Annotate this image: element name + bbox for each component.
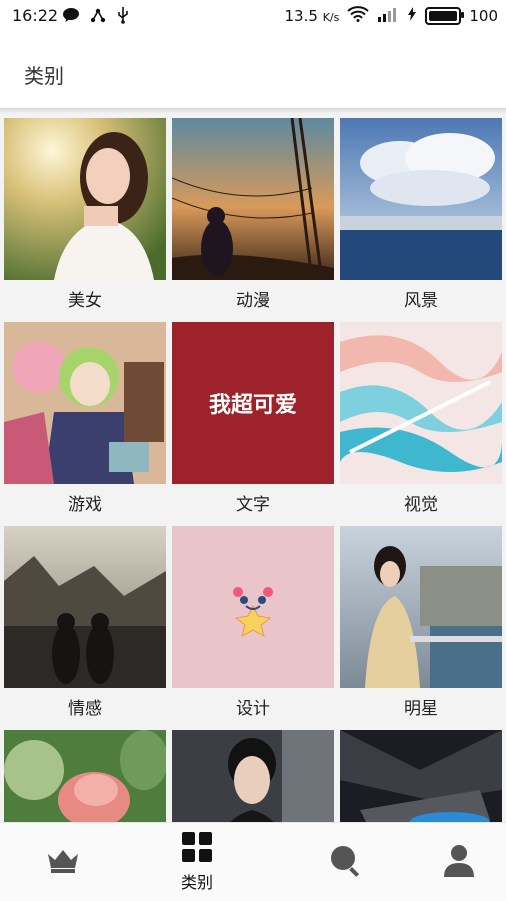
category-label: 设计 xyxy=(236,699,270,719)
category-image xyxy=(4,730,166,822)
signal-icon xyxy=(377,6,399,26)
bottom-nav: 类别 xyxy=(0,822,506,901)
category-tile[interactable]: 动漫 xyxy=(172,118,334,322)
user-icon xyxy=(442,843,476,881)
category-label: 视觉 xyxy=(404,495,438,515)
status-bar: 16:22 13.5 K/s 100 xyxy=(0,0,506,32)
category-tile[interactable]: 美女 xyxy=(4,118,166,322)
category-label: 情感 xyxy=(68,699,102,719)
category-image xyxy=(172,118,334,280)
category-tile[interactable] xyxy=(172,730,334,822)
category-image xyxy=(4,322,166,484)
app-bar: 类别 xyxy=(0,32,506,110)
category-image: 我超可爱 xyxy=(172,322,334,484)
nav-home[interactable] xyxy=(0,823,126,901)
battery-level: 100 xyxy=(469,7,498,25)
category-image xyxy=(4,526,166,688)
category-image xyxy=(340,526,502,688)
nav-profile[interactable] xyxy=(396,823,506,901)
category-image xyxy=(4,118,166,280)
category-image xyxy=(172,730,334,822)
chat-icon xyxy=(62,7,80,27)
category-label: 动漫 xyxy=(236,291,270,311)
category-image xyxy=(340,730,502,822)
category-tile[interactable]: 我超可爱 文字 xyxy=(172,322,334,526)
status-time: 16:22 xyxy=(12,6,59,25)
category-tile[interactable]: 风景 xyxy=(340,118,502,322)
category-tile[interactable]: 设计 xyxy=(172,526,334,730)
category-label: 美女 xyxy=(68,291,102,311)
category-grid: 美女 动漫 风景 游戏 我超可爱 文字 视觉 情感 设计 明星 xyxy=(0,114,506,822)
network-icon xyxy=(90,7,106,27)
battery-icon xyxy=(425,7,465,25)
card-text: 我超可爱 xyxy=(208,393,297,418)
category-label: 文字 xyxy=(236,495,270,515)
category-tile[interactable]: 明星 xyxy=(340,526,502,730)
category-tile[interactable] xyxy=(4,730,166,822)
nav-category[interactable]: 类别 xyxy=(134,823,260,901)
crown-icon xyxy=(46,846,80,878)
category-tile[interactable]: 情感 xyxy=(4,526,166,730)
category-image xyxy=(340,118,502,280)
usb-icon xyxy=(116,6,130,28)
category-tile[interactable]: 游戏 xyxy=(4,322,166,526)
category-image xyxy=(340,322,502,484)
charging-icon xyxy=(407,6,417,26)
category-tile[interactable]: 视觉 xyxy=(340,322,502,526)
category-label: 明星 xyxy=(404,699,438,719)
search-icon xyxy=(328,843,362,881)
nav-category-label: 类别 xyxy=(180,873,213,892)
category-image xyxy=(172,526,334,688)
category-label: 风景 xyxy=(404,291,438,311)
page-title: 类别 xyxy=(24,64,64,88)
wifi-icon xyxy=(347,6,370,26)
nav-search[interactable] xyxy=(282,823,408,901)
network-speed: 13.5 K/s xyxy=(284,7,340,25)
category-label: 游戏 xyxy=(68,495,102,515)
category-tile[interactable] xyxy=(340,730,502,822)
grid-icon xyxy=(181,831,213,867)
